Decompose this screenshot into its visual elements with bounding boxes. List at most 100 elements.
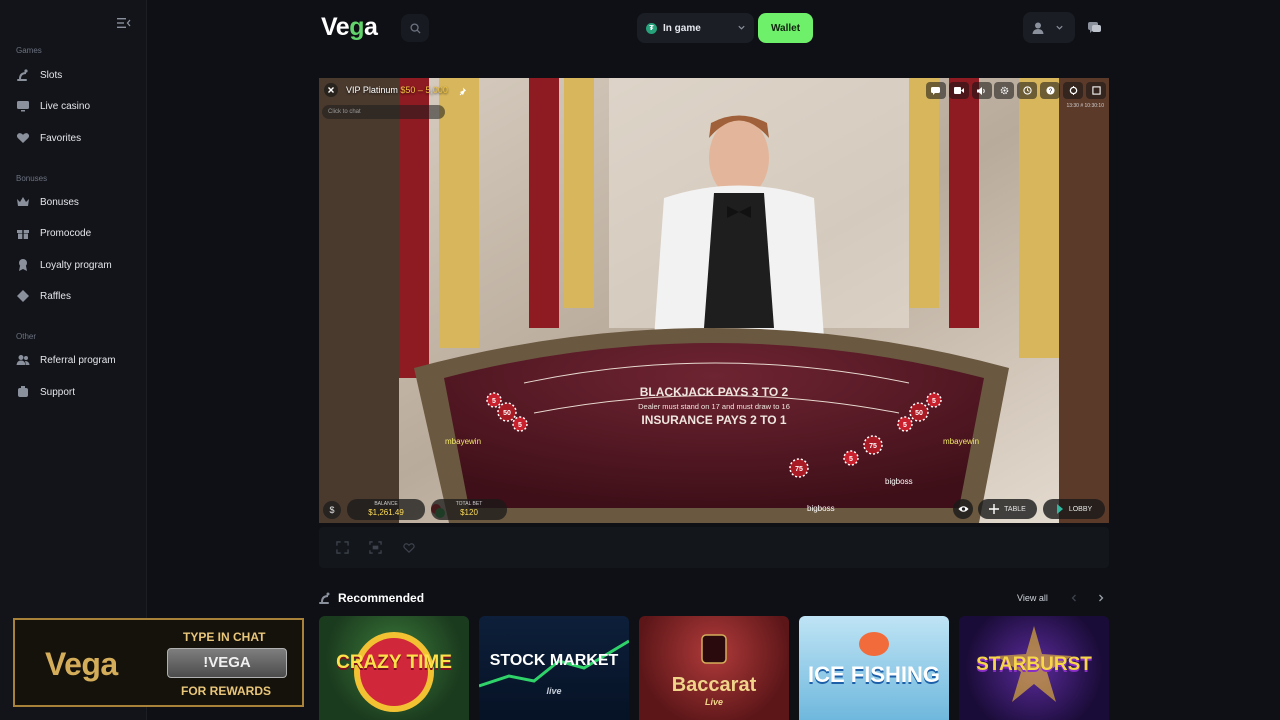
view-all-link[interactable]: View all	[1017, 593, 1048, 603]
fullscreen-icon[interactable]	[1086, 82, 1106, 99]
sidebar-item-label: Bonuses	[40, 196, 79, 208]
carousel-prev-button[interactable]	[1068, 592, 1080, 604]
felt-text-insurance: INSURANCE PAYS 2 TO 1	[641, 413, 786, 427]
recommended-icon	[319, 592, 330, 604]
medal-icon	[19, 259, 27, 271]
felt-text-dealer-rule: Dealer must stand on 17 and must draw to…	[638, 402, 790, 411]
promo-brand: Vega	[45, 646, 118, 682]
balance-value: $1,261.49	[368, 508, 404, 517]
section-label-games: Games	[16, 46, 42, 55]
close-game-button[interactable]	[324, 83, 338, 97]
lobby-button[interactable]: LOBBY	[1043, 499, 1105, 519]
sidebar-item-loyalty[interactable]: Loyalty program	[16, 255, 112, 275]
support-icon	[18, 386, 28, 397]
game-tile-title: CRAZY TIME	[336, 652, 452, 673]
chip-value: 5	[518, 422, 522, 429]
history-icon[interactable]	[1017, 82, 1038, 99]
game-tile-title: ICE FISHING	[807, 662, 940, 687]
chat-toggle-icon[interactable]	[925, 82, 946, 99]
balance-label: BALANCE	[374, 501, 398, 507]
view-toggle-button[interactable]	[953, 499, 973, 519]
lobby-arrow-icon	[1056, 504, 1063, 514]
player-name: bigboss	[807, 504, 835, 513]
users-icon	[16, 355, 30, 365]
promo-command: !VEGA	[167, 648, 287, 678]
section-label-other: Other	[16, 332, 37, 341]
chat-rewards-banner[interactable]: Vega TYPE IN CHAT !VEGA FOR REWARDS	[13, 618, 304, 707]
sidebar-item-label: Live casino	[40, 100, 91, 112]
game-chat-input[interactable]: Click to chat	[322, 105, 445, 119]
section-label-bonuses: Bonuses	[16, 174, 48, 183]
game-controls-bar	[319, 527, 1109, 568]
game-toolbar: ?	[923, 82, 1106, 99]
player-name: mbayewin	[943, 437, 980, 446]
game-tile-subtitle: Live	[704, 697, 723, 707]
chevron-left-icon	[1071, 594, 1076, 602]
baccarat-emblem	[701, 634, 727, 664]
game-tile-title: Baccarat	[671, 674, 757, 696]
sidebar-item-label: Slots	[40, 69, 63, 81]
theater-mode-button[interactable]	[366, 538, 384, 556]
game-tile-stock-market[interactable]: STOCK MARKET live	[479, 616, 629, 720]
sidebar-item-bonuses[interactable]: Bonuses	[16, 192, 79, 212]
balance-display: BALANCE $1,261.49	[347, 499, 425, 520]
crown-icon	[17, 197, 29, 206]
sidebar-collapse-icon[interactable]	[117, 16, 131, 28]
sidebar-item-label: Promocode	[40, 227, 92, 239]
expand-icon	[335, 540, 349, 554]
top-bar: Vega ₮ In game Wallet	[147, 0, 1280, 56]
plus-icon	[989, 504, 1000, 514]
game-tile-starburst[interactable]: STARBURST	[959, 616, 1109, 720]
table-title: VIP Platinum $50 – 5,000	[346, 85, 448, 95]
total-bet-display: TOTAL BET $120	[431, 499, 507, 520]
live-blackjack-game[interactable]: BLACKJACK PAYS 3 TO 2 Dealer must stand …	[319, 78, 1109, 523]
chat-button[interactable]	[1081, 14, 1107, 42]
chevron-right-icon	[1099, 594, 1104, 602]
game-tile-crazy-time[interactable]: CRAZY TIME	[319, 616, 469, 720]
game-tile-ice-fishing[interactable]: ICE FISHING	[799, 616, 949, 720]
chip-value: 75	[869, 443, 877, 450]
sidebar-item-favorites[interactable]: Favorites	[16, 128, 81, 148]
user-icon	[1032, 22, 1044, 34]
sidebar-item-live-casino[interactable]: Live casino	[16, 96, 90, 116]
video-icon[interactable]	[948, 82, 969, 99]
add-table-button[interactable]: TABLE	[978, 499, 1037, 519]
balance-selector[interactable]: ₮ In game	[637, 13, 754, 43]
vega-logo[interactable]: Vega	[321, 13, 378, 42]
fullscreen-exit-icon[interactable]	[1063, 82, 1084, 99]
promo-line-2: FOR REWARDS	[181, 684, 271, 698]
expand-button[interactable]	[333, 538, 351, 556]
game-tile-baccarat[interactable]: Baccarat Live	[639, 616, 789, 720]
sidebar-item-referral[interactable]: Referral program	[16, 350, 116, 370]
pin-button[interactable]	[458, 84, 468, 102]
lobby-button-label: LOBBY	[1068, 505, 1093, 513]
sidebar-item-promocode[interactable]: Promocode	[16, 223, 91, 243]
svg-text:?: ?	[1048, 88, 1052, 95]
sidebar: Games Slots Live casino Favorites Bonuse…	[0, 0, 147, 720]
eye-icon	[957, 506, 969, 512]
heart-icon	[403, 542, 415, 553]
sidebar-item-label: Favorites	[40, 132, 82, 144]
chip-value: 5	[932, 398, 936, 405]
close-icon	[324, 83, 338, 97]
carousel-next-button[interactable]	[1095, 592, 1107, 604]
sidebar-item-label: Referral program	[40, 354, 116, 366]
sound-icon[interactable]	[971, 82, 992, 99]
search-icon	[409, 22, 421, 34]
player-name: mbayewin	[445, 437, 482, 446]
player-name: bigboss	[885, 477, 913, 486]
heart-icon	[16, 133, 30, 143]
settings-icon[interactable]	[994, 82, 1015, 99]
sidebar-item-raffles[interactable]: Raffles	[16, 286, 71, 306]
favorite-button[interactable]	[400, 538, 418, 556]
balance-selector-label: In game	[663, 22, 701, 34]
slots-icon	[17, 69, 28, 81]
account-menu[interactable]	[1023, 12, 1075, 43]
gift-icon	[17, 230, 29, 239]
search-button[interactable]	[401, 14, 429, 42]
sidebar-item-slots[interactable]: Slots	[16, 65, 62, 85]
logo-text: Ve	[321, 13, 350, 41]
help-icon[interactable]: ?	[1040, 82, 1061, 99]
sidebar-item-support[interactable]: Support	[16, 382, 75, 402]
wallet-button[interactable]: Wallet	[758, 13, 813, 43]
